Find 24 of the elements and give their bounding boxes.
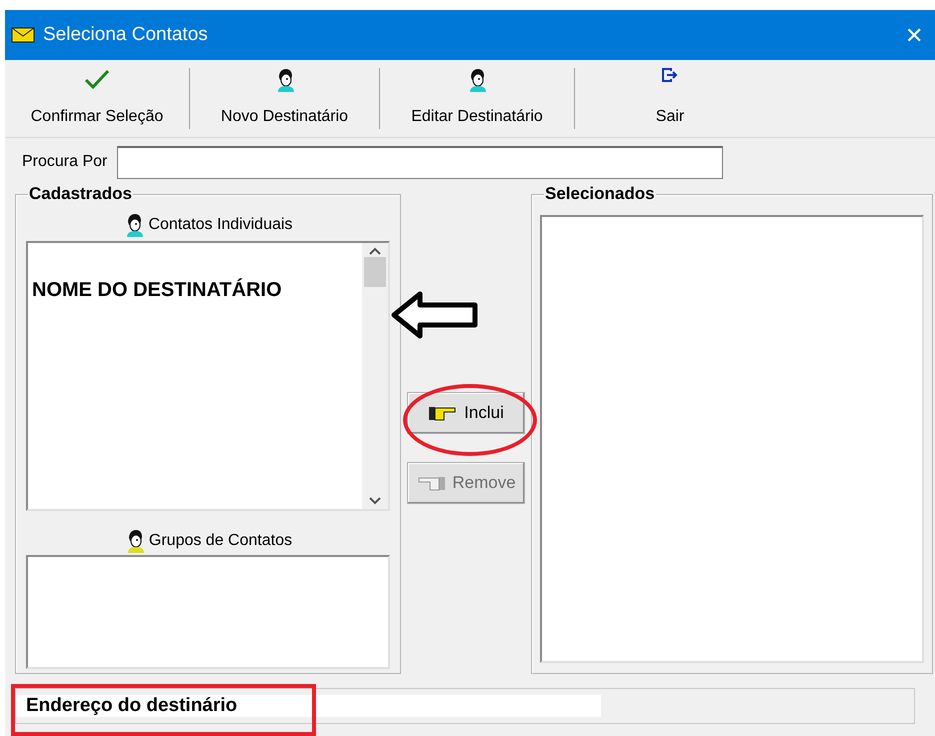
- scrollbar[interactable]: [362, 243, 388, 509]
- contacts-list[interactable]: NOME DO DESTINATÁRIO: [26, 241, 390, 511]
- scroll-thumb[interactable]: [364, 257, 386, 287]
- search-label: Procura Por: [22, 152, 108, 172]
- scroll-up-icon[interactable]: [369, 247, 381, 255]
- toolbar-button[interactable]: Sair: [575, 68, 765, 129]
- list-label: Contatos Individuais: [148, 215, 293, 235]
- close-button[interactable]: ✕: [899, 18, 929, 52]
- status-text: Endereço do destinário: [16, 695, 601, 717]
- pointing-hand-icon: [428, 404, 458, 422]
- pointing-hand-icon: [416, 474, 446, 492]
- checkmark-icon: [84, 68, 110, 90]
- scroll-down-icon[interactable]: [369, 497, 381, 505]
- envelope-icon: [11, 27, 35, 43]
- list-item[interactable]: NOME DO DESTINATÁRIO: [32, 267, 362, 305]
- window-title: Seleciona Contatos: [43, 22, 209, 47]
- action-button[interactable]: Inclui: [407, 392, 525, 434]
- list-label: Grupos de Contatos: [148, 531, 292, 551]
- exit-icon: [662, 68, 678, 82]
- toolbar-button[interactable]: Confirmar Seleção: [5, 68, 190, 129]
- toolbar-button[interactable]: Editar Destinatário: [380, 68, 575, 129]
- groups-list[interactable]: [26, 555, 390, 669]
- search-field[interactable]: [117, 146, 724, 178]
- toolbar-button[interactable]: Novo Destinatário: [190, 68, 380, 129]
